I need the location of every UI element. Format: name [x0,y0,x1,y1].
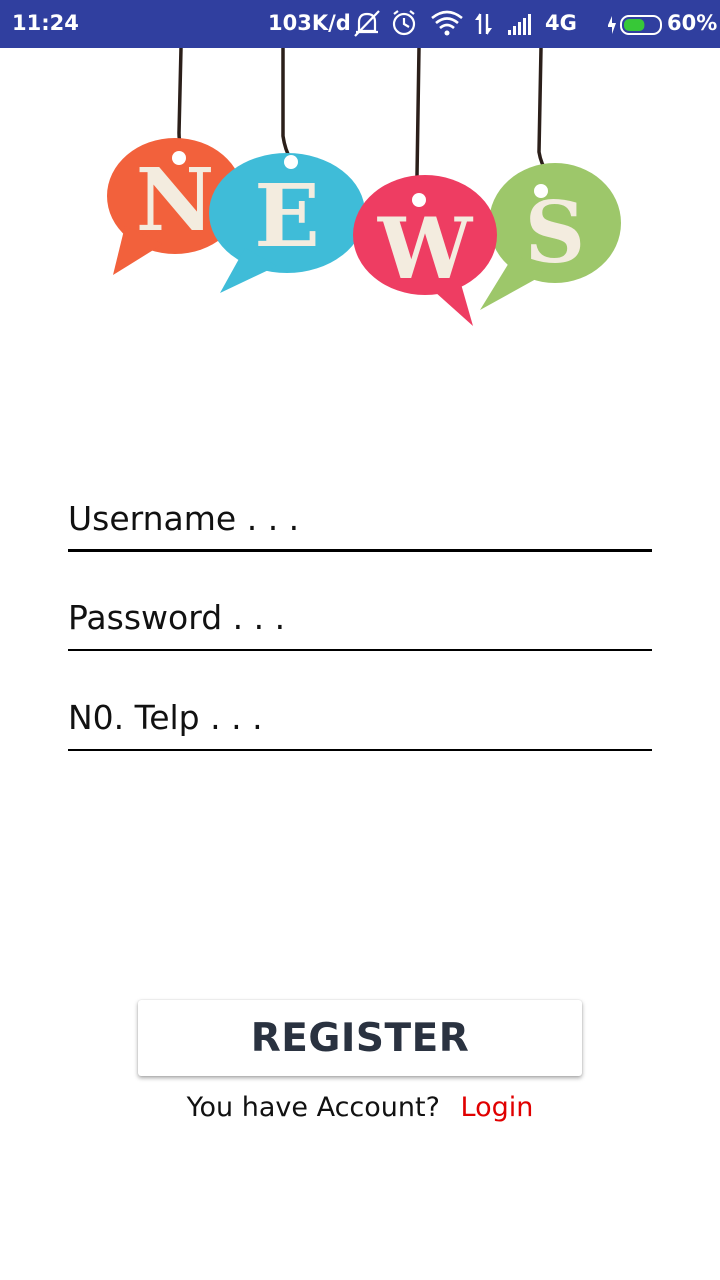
password-placeholder: Password . . . [68,598,286,637]
status-time: 11:24 [12,11,79,35]
logo-letter-s: S [525,183,586,282]
mute-bell-icon [354,10,380,37]
signal-icon [508,14,531,35]
login-prompt: You have Account? Login [0,1092,720,1123]
username-placeholder: Username . . . [68,499,300,538]
logo-letter-e: E [254,166,320,267]
alarm-icon [392,10,416,36]
username-underline [68,549,652,552]
data-transfer-icon [475,13,492,35]
status-icons [354,10,531,37]
login-link[interactable]: Login [461,1092,534,1123]
status-bar: 11:24 103K/d 4G 60% [0,0,720,48]
wifi-icon [431,10,463,36]
logo-letter-w: W [377,199,474,298]
phone-field[interactable]: N0. Telp . . . [68,691,652,751]
status-network-type: 4G [545,11,577,35]
phone-placeholder: N0. Telp . . . [68,698,263,737]
logo-letter-n: N [136,150,215,251]
status-battery-percent: 60% [667,11,718,35]
status-network-speed: 103K/d [268,11,351,35]
login-prompt-text: You have Account? [186,1092,440,1123]
battery-icon [608,15,662,35]
username-field[interactable]: Username . . . [68,492,652,552]
register-button[interactable]: REGISTER [138,1000,582,1076]
news-logo: N E W S [107,48,621,326]
password-underline [68,649,652,651]
phone-underline [68,749,652,751]
password-field[interactable]: Password . . . [68,591,652,651]
